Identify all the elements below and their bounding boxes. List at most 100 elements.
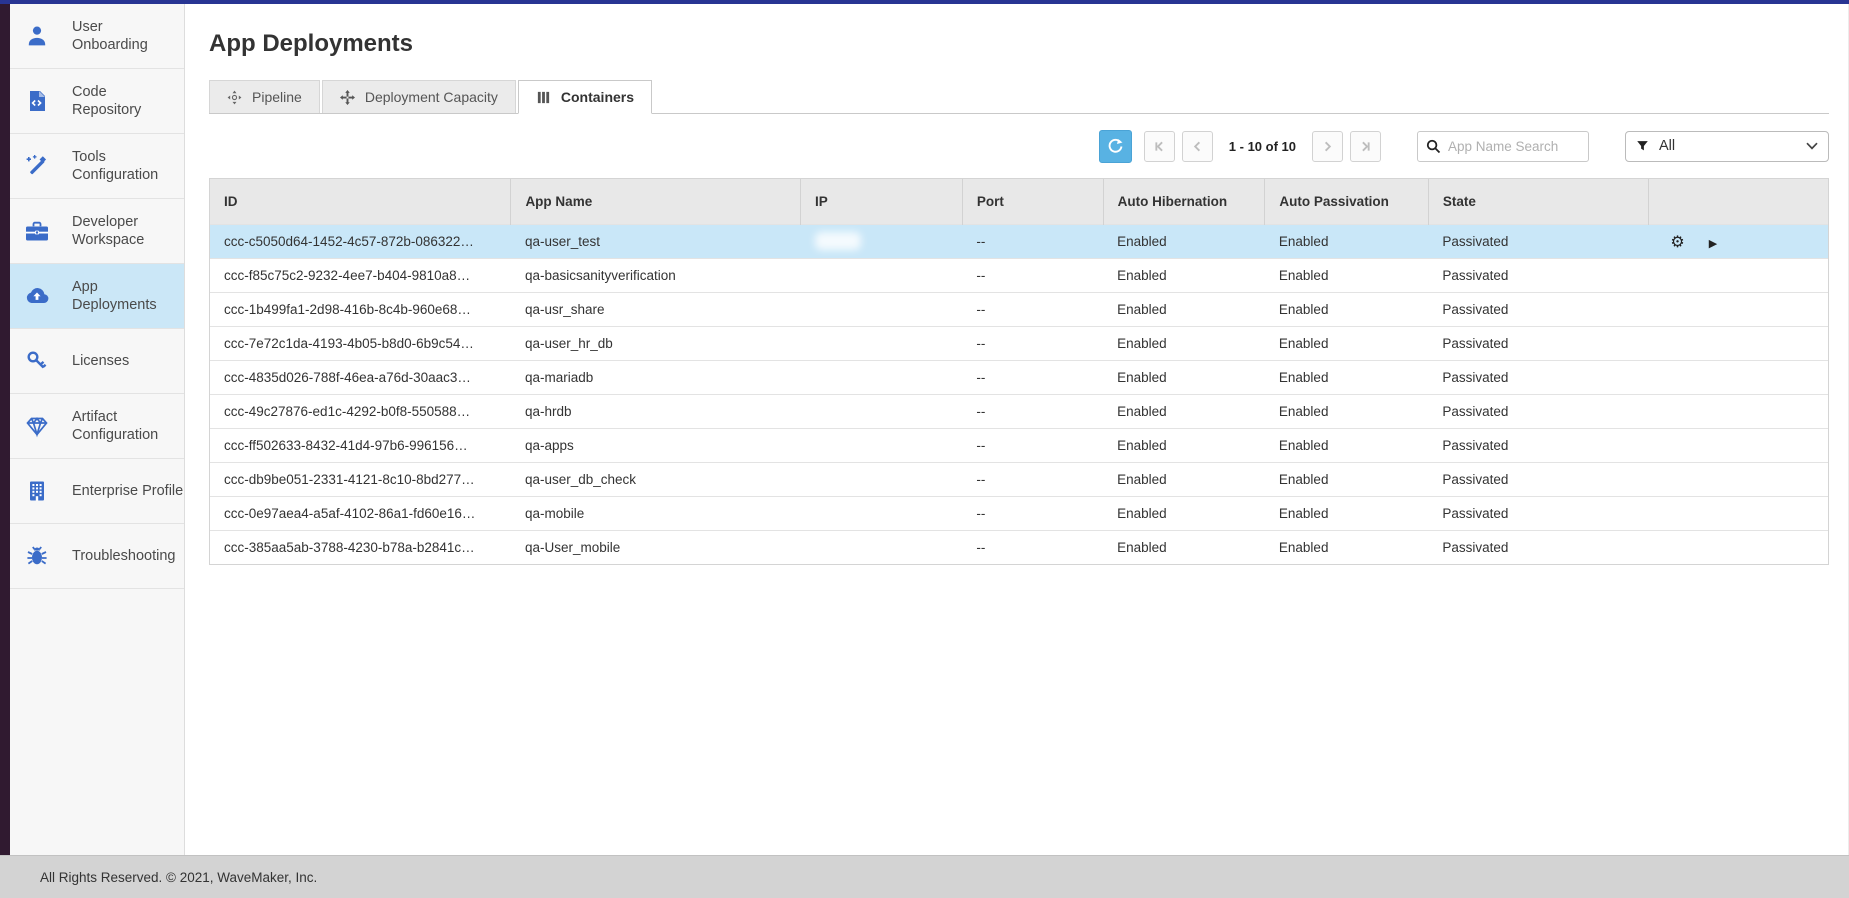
copyright-text: All Rights Reserved. © 2021, WaveMaker, … <box>40 870 317 885</box>
pagination-range: 1 - 10 of 10 <box>1229 139 1296 154</box>
column-header-app-name: App Name <box>511 179 801 224</box>
search-input[interactable] <box>1417 131 1589 162</box>
sidebar-item-tools-configuration[interactable]: Tools Configuration <box>10 134 184 199</box>
sidebar-item-label: Code Repository <box>72 83 178 119</box>
row-start-play-icon[interactable]: ▶ <box>1709 237 1717 250</box>
state-filter-select[interactable]: All <box>1625 131 1829 162</box>
tab-bar: Pipeline Deployment Capacity Containers <box>209 80 1829 114</box>
cell-port: -- <box>962 258 1103 292</box>
first-page-icon <box>1153 140 1166 153</box>
cell-state: Passivated <box>1428 462 1648 496</box>
cell-id: ccc-4835d026-788f-46ea-a76d-30aac3… <box>210 360 511 394</box>
cell-port: -- <box>962 462 1103 496</box>
cell-state: Passivated <box>1428 292 1648 326</box>
briefcase-icon <box>24 218 50 244</box>
row-settings-gear-icon[interactable]: ⚙ <box>1670 232 1684 251</box>
sidebar-item-code-repository[interactable]: Code Repository <box>10 69 184 134</box>
sidebar-item-label: Troubleshooting <box>72 547 178 565</box>
sidebar-item-licenses[interactable]: Licenses <box>10 329 184 394</box>
cell-ip <box>801 428 963 462</box>
cell-ip <box>801 360 963 394</box>
table-row[interactable]: ccc-4835d026-788f-46ea-a76d-30aac3…qa-ma… <box>210 360 1828 394</box>
cell-ip <box>801 530 963 564</box>
search-icon <box>1426 139 1441 154</box>
refresh-icon <box>1107 138 1124 155</box>
cell-app-name: qa-mobile <box>511 496 801 530</box>
cell-app-name: qa-apps <box>511 428 801 462</box>
column-header-port: Port <box>962 179 1103 224</box>
cell-id: ccc-385aa5ab-3788-4230-b78a-b2841c… <box>210 530 511 564</box>
sidebar-item-artifact-configuration[interactable]: Artifact Configuration <box>10 394 184 459</box>
cell-id: ccc-0e97aea4-a5af-4102-86a1-fd60e16… <box>210 496 511 530</box>
cell-auto-passivation: Enabled <box>1265 394 1428 428</box>
cell-auto-hibernation: Enabled <box>1103 462 1265 496</box>
cell-ip <box>801 258 963 292</box>
tab-label: Deployment Capacity <box>365 89 498 105</box>
table-row[interactable]: ccc-0e97aea4-a5af-4102-86a1-fd60e16…qa-m… <box>210 496 1828 530</box>
last-page-button[interactable] <box>1350 131 1381 162</box>
cell-auto-hibernation: Enabled <box>1103 394 1265 428</box>
cell-app-name: qa-hrdb <box>511 394 801 428</box>
table-row[interactable]: ccc-f85c75c2-9232-4ee7-b404-9810a8…qa-ba… <box>210 258 1828 292</box>
cell-id: ccc-7e72c1da-4193-4b05-b8d0-6b9c54… <box>210 326 511 360</box>
tab-pipeline[interactable]: Pipeline <box>209 80 320 113</box>
table-row[interactable]: ccc-385aa5ab-3788-4230-b78a-b2841c…qa-Us… <box>210 530 1828 564</box>
sidebar-item-label: User Onboarding <box>72 18 178 54</box>
tab-label: Pipeline <box>252 89 302 105</box>
cell-auto-hibernation: Enabled <box>1103 258 1265 292</box>
cell-state: Passivated <box>1428 258 1648 292</box>
cell-actions <box>1648 462 1828 496</box>
filter-selected-value: All <box>1659 138 1806 154</box>
sidebar-item-label: Licenses <box>72 352 178 370</box>
table-row[interactable]: ccc-c5050d64-1452-4c57-872b-086322…qa-us… <box>210 224 1828 258</box>
cell-auto-passivation: Enabled <box>1265 326 1428 360</box>
sidebar-item-developer-workspace[interactable]: Developer Workspace <box>10 199 184 264</box>
tab-deployment-capacity[interactable]: Deployment Capacity <box>322 80 516 113</box>
table-row[interactable]: ccc-ff502633-8432-41d4-97b6-996156…qa-ap… <box>210 428 1828 462</box>
next-page-button[interactable] <box>1312 131 1343 162</box>
cell-auto-hibernation: Enabled <box>1103 292 1265 326</box>
cell-id: ccc-1b499fa1-2d98-416b-8c4b-960e68… <box>210 292 511 326</box>
magic-wand-icon <box>24 153 50 179</box>
cell-port: -- <box>962 326 1103 360</box>
table-row[interactable]: ccc-1b499fa1-2d98-416b-8c4b-960e68…qa-us… <box>210 292 1828 326</box>
cell-port: -- <box>962 360 1103 394</box>
cell-actions <box>1648 530 1828 564</box>
sidebar-item-user-onboarding[interactable]: User Onboarding <box>10 4 184 69</box>
move-arrows-icon <box>340 90 355 105</box>
footer: All Rights Reserved. © 2021, WaveMaker, … <box>0 855 1849 898</box>
cell-state: Passivated <box>1428 326 1648 360</box>
page-title: App Deployments <box>209 4 1829 58</box>
table-row[interactable]: ccc-db9be051-2331-4121-8c10-8bd277…qa-us… <box>210 462 1828 496</box>
cell-auto-passivation: Enabled <box>1265 258 1428 292</box>
table-row[interactable]: ccc-49c27876-ed1c-4292-b0f8-550588…qa-hr… <box>210 394 1828 428</box>
columns-bars-icon <box>536 90 551 105</box>
cell-id: ccc-ff502633-8432-41d4-97b6-996156… <box>210 428 511 462</box>
cell-ip <box>801 292 963 326</box>
cell-auto-passivation: Enabled <box>1265 360 1428 394</box>
table-row[interactable]: ccc-7e72c1da-4193-4b05-b8d0-6b9c54…qa-us… <box>210 326 1828 360</box>
sidebar-item-app-deployments[interactable]: App Deployments <box>10 264 184 329</box>
ip-redacted-blur <box>815 538 861 556</box>
ip-redacted-blur <box>815 402 861 420</box>
previous-page-button[interactable] <box>1182 131 1213 162</box>
table-toolbar: 1 - 10 of 10 All <box>209 129 1829 163</box>
sidebar-item-troubleshooting[interactable]: Troubleshooting <box>10 524 184 589</box>
table-body: ccc-c5050d64-1452-4c57-872b-086322…qa-us… <box>210 224 1828 564</box>
cell-auto-passivation: Enabled <box>1265 224 1428 258</box>
cell-auto-passivation: Enabled <box>1265 530 1428 564</box>
table-header: ID App Name IP Port Auto Hibernation Aut… <box>210 179 1828 224</box>
user-icon <box>24 23 50 49</box>
first-page-button[interactable] <box>1144 131 1175 162</box>
refresh-button[interactable] <box>1099 130 1132 163</box>
sidebar-item-enterprise-profile[interactable]: Enterprise Profile <box>10 459 184 524</box>
cell-auto-hibernation: Enabled <box>1103 530 1265 564</box>
column-header-id: ID <box>210 179 511 224</box>
app-name-search <box>1417 131 1589 162</box>
tab-containers[interactable]: Containers <box>518 80 652 114</box>
ip-redacted-blur <box>815 504 861 522</box>
cell-app-name: qa-usr_share <box>511 292 801 326</box>
bug-icon <box>24 543 50 569</box>
cell-id: ccc-49c27876-ed1c-4292-b0f8-550588… <box>210 394 511 428</box>
sidebar-item-label: Enterprise Profile <box>72 482 183 500</box>
